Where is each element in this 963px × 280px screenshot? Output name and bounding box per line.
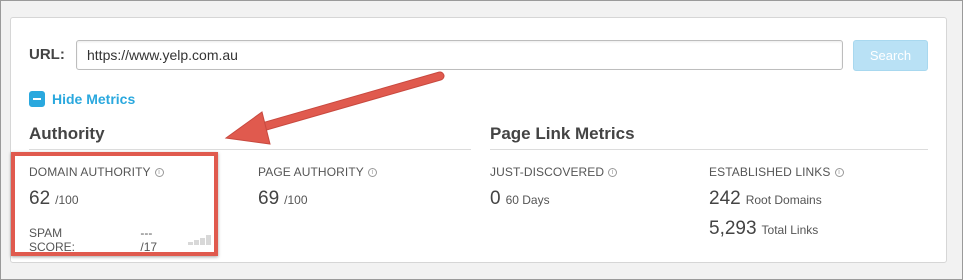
spam-score-label: SPAM SCORE:: [29, 226, 76, 254]
page-authority-value: 69 /100: [258, 188, 308, 209]
total-links-value: 5,293 Total Links: [709, 218, 819, 239]
domain-authority-value: 62 /100: [29, 188, 79, 209]
page-link-metrics-divider: [490, 149, 928, 150]
spam-score-value: --- /17: [140, 226, 158, 254]
domain-authority-label: DOMAIN AUTHORITY i: [29, 165, 164, 179]
info-icon[interactable]: i: [608, 167, 618, 177]
info-icon[interactable]: i: [834, 167, 844, 177]
root-domains-value: 242 Root Domains: [709, 188, 822, 209]
established-links-label: ESTABLISHED LINKS i: [709, 165, 844, 179]
url-label: URL:: [29, 46, 65, 63]
metrics-panel: URL: Search Hide Metrics Authority DOMAI…: [10, 17, 947, 263]
page-link-metrics-title: Page Link Metrics: [490, 124, 635, 143]
authority-title: Authority: [29, 124, 105, 143]
info-icon[interactable]: i: [367, 167, 377, 177]
search-button[interactable]: Search: [853, 40, 928, 71]
authority-divider: [29, 149, 471, 150]
hide-metrics-toggle[interactable]: Hide Metrics: [29, 91, 135, 107]
just-discovered-value: 0 60 Days: [490, 188, 550, 209]
info-icon[interactable]: i: [154, 167, 164, 177]
page-authority-label: PAGE AUTHORITY i: [258, 165, 377, 179]
just-discovered-label: JUST-DISCOVERED i: [490, 165, 618, 179]
spam-score-bars-icon: [188, 235, 211, 245]
hide-metrics-label: Hide Metrics: [52, 91, 136, 107]
minus-square-icon: [29, 91, 45, 107]
spam-score-row: SPAM SCORE: --- /17: [29, 226, 211, 254]
url-input[interactable]: [76, 40, 843, 70]
